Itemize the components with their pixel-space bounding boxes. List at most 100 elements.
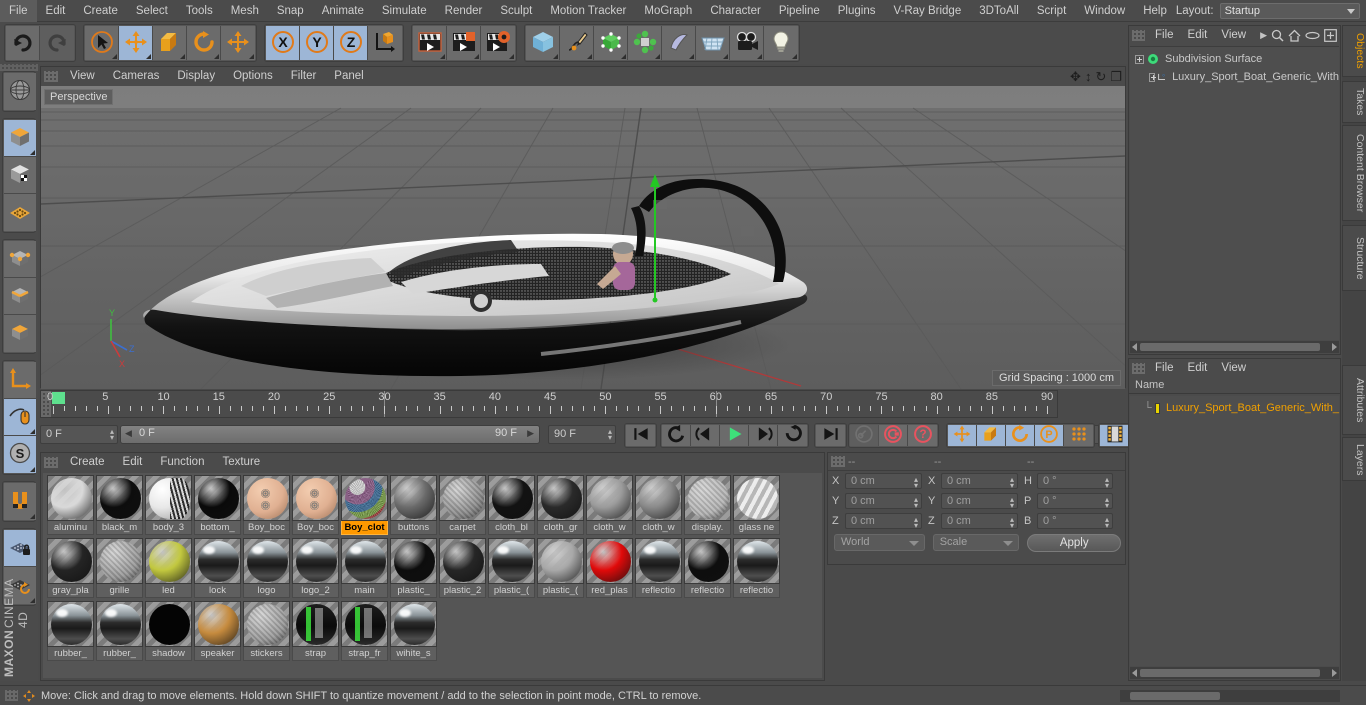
material-item[interactable]: aluminu (47, 475, 96, 538)
material-item[interactable]: stickers (243, 601, 292, 664)
material-preview[interactable] (635, 538, 682, 584)
material-item[interactable]: main (341, 538, 390, 601)
object-tree[interactable]: Subdivision Surface 0 Luxury_Sport_Boat_Ge… (1130, 46, 1339, 340)
spinner-icon[interactable]: ▴▾ (110, 428, 114, 442)
object-menu-view[interactable]: View (1214, 26, 1253, 45)
coordinates-grip[interactable] (831, 456, 845, 467)
coord-mode-select[interactable]: Scale (932, 534, 1020, 551)
material-item[interactable]: shadow (145, 601, 194, 664)
size-field[interactable]: 0 cm ▴ ▾ (941, 493, 1018, 510)
material-item[interactable]: grille (96, 538, 145, 601)
material-item[interactable]: cloth_bl (488, 475, 537, 538)
key-pla-button[interactable] (1064, 425, 1093, 446)
material-item[interactable]: cloth_w (586, 475, 635, 538)
position-field[interactable]: 0 cm ▴ ▾ (845, 513, 922, 530)
material-preview[interactable] (243, 475, 290, 521)
flyout-corner-icon[interactable] (30, 429, 35, 434)
scale-snap-s-button[interactable]: S (4, 436, 36, 473)
model-mode-button[interactable] (4, 120, 36, 157)
material-item[interactable]: reflectio (733, 538, 782, 601)
material-item[interactable]: speaker (194, 601, 243, 664)
material-preview[interactable] (96, 601, 143, 647)
loop-button[interactable] (778, 424, 807, 446)
menu-item-3dtoall[interactable]: 3DToAll (970, 0, 1028, 22)
material-preview[interactable] (292, 601, 339, 647)
status-hscroll[interactable] (1120, 689, 1340, 702)
material-item[interactable]: cloth_gr (537, 475, 586, 538)
scroll-right-arrow-icon[interactable] (1332, 669, 1337, 677)
spinner-icon[interactable]: ▴▾ (1010, 476, 1014, 490)
menu-item-v-ray-bridge[interactable]: V-Ray Bridge (884, 0, 970, 22)
material-menu-grip[interactable] (44, 457, 58, 468)
material-item[interactable]: red_plas (586, 538, 635, 601)
material-item[interactable]: logo_2 (292, 538, 341, 601)
material-preview[interactable] (390, 601, 437, 647)
material-preview[interactable] (635, 475, 682, 521)
spinner-icon[interactable]: ▴▾ (608, 428, 612, 442)
material-preview[interactable] (194, 475, 241, 521)
spinner-icon[interactable]: ▴▾ (914, 476, 918, 490)
viewport-menu-view[interactable]: View (61, 67, 104, 86)
menu-item-mograph[interactable]: MoGraph (635, 0, 701, 22)
object-tree-row[interactable]: Subdivision Surface (1130, 50, 1339, 68)
side-tab-takes[interactable]: Takes (1342, 81, 1366, 123)
material-item[interactable]: strap_fr (341, 601, 390, 664)
current-frame-marker[interactable] (52, 392, 65, 404)
search-icon[interactable] (1271, 29, 1284, 42)
scroll-thumb[interactable] (1140, 343, 1320, 351)
flyout-corner-icon[interactable] (214, 54, 219, 59)
cube-primitive-button[interactable] (526, 26, 560, 60)
viewport-menu-cameras[interactable]: Cameras (104, 67, 169, 86)
material-preview[interactable] (145, 601, 192, 647)
material-item[interactable]: led (145, 538, 194, 601)
material-item[interactable]: Boy_boc (243, 475, 292, 538)
deformer-button[interactable] (662, 26, 696, 60)
magnet-button[interactable] (4, 483, 36, 520)
material-preview[interactable] (47, 601, 94, 647)
rotate-button[interactable] (187, 26, 221, 60)
max-frame-field[interactable]: 90 F ▴ ▾ (548, 425, 616, 444)
material-item[interactable]: reflectio (635, 538, 684, 601)
material-item[interactable]: cloth_w (635, 475, 684, 538)
material-item[interactable]: buttons (390, 475, 439, 538)
menu-item-simulate[interactable]: Simulate (373, 0, 436, 22)
material-preview[interactable] (194, 601, 241, 647)
go-to-start-button[interactable] (626, 425, 655, 446)
current-frame-field[interactable]: 0 F ▴ ▾ (40, 425, 118, 444)
layer-tree[interactable]: └ Luxury_Sport_Boat_Generic_With_ (1130, 396, 1339, 666)
spinner-icon[interactable]: ▴▾ (914, 516, 918, 530)
material-preview[interactable] (341, 475, 388, 521)
material-preview[interactable] (341, 601, 388, 647)
key-rotation-button[interactable] (1006, 424, 1035, 446)
polygon-mode-button[interactable] (4, 315, 36, 352)
rotation-field[interactable]: 0 ° ▴ ▾ (1037, 493, 1113, 510)
menu-item-render[interactable]: Render (436, 0, 492, 22)
layer-row[interactable]: └ Luxury_Sport_Boat_Generic_With_ (1130, 399, 1339, 417)
material-preview[interactable] (390, 538, 437, 584)
viewport-camera-label[interactable]: Perspective (44, 89, 114, 105)
material-item[interactable]: black_m (96, 475, 145, 538)
layer-manager-grip[interactable] (1132, 363, 1145, 374)
spinner-icon[interactable]: ▴▾ (1010, 496, 1014, 510)
flyout-corner-icon[interactable] (792, 54, 797, 59)
timeline-toggle-button[interactable] (1100, 425, 1129, 446)
layer-manager-hscroll[interactable] (1130, 667, 1339, 679)
menu-item-character[interactable]: Character (701, 0, 770, 22)
menu-item-motion-tracker[interactable]: Motion Tracker (541, 0, 635, 22)
menu-item-snap[interactable]: Snap (268, 0, 313, 22)
material-preview[interactable] (586, 538, 633, 584)
spinner-icon[interactable]: ▴▾ (1105, 496, 1109, 510)
object-tree-row[interactable]: 0 Luxury_Sport_Boat_Generic_With (1130, 68, 1339, 86)
material-item[interactable]: body_3 (145, 475, 194, 538)
material-preview[interactable] (684, 475, 731, 521)
menu-item-file[interactable]: File (0, 0, 37, 22)
material-item[interactable]: logo (243, 538, 292, 601)
material-item[interactable]: rubber_ (47, 601, 96, 664)
flyout-corner-icon[interactable] (440, 54, 445, 59)
material-preview[interactable] (537, 538, 584, 584)
flyout-corner-icon[interactable] (757, 54, 762, 59)
material-item[interactable]: Boy_clot (341, 475, 390, 538)
material-menu-texture[interactable]: Texture (213, 453, 269, 472)
material-preview[interactable] (96, 475, 143, 521)
material-item[interactable]: plastic_2 (439, 538, 488, 601)
